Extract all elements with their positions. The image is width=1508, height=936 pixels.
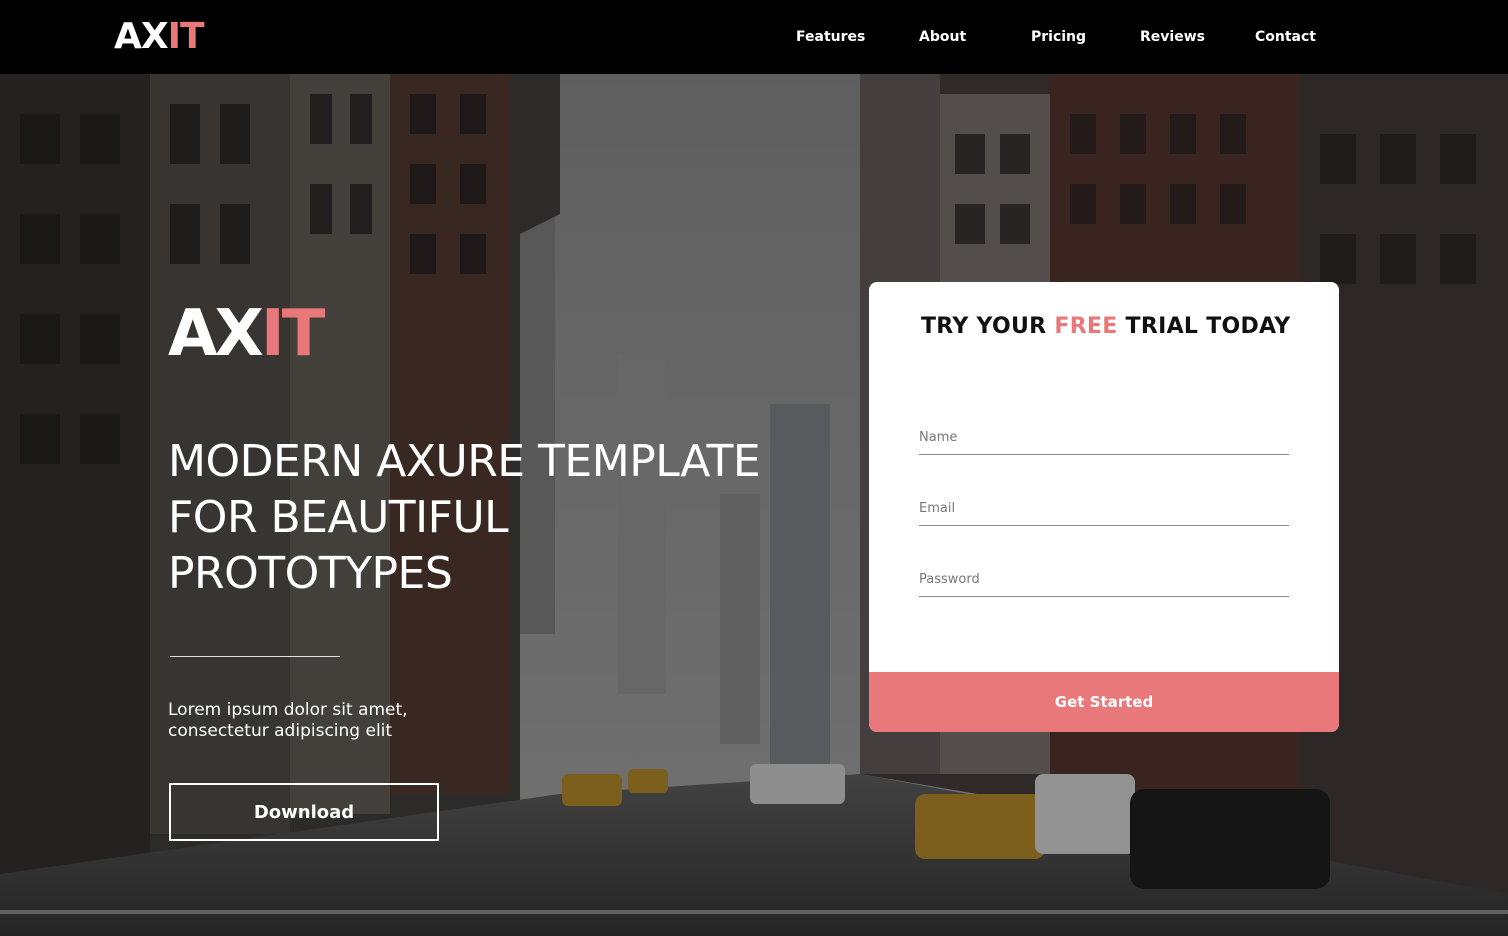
download-button[interactable]: Download (169, 783, 439, 841)
email-input[interactable] (919, 492, 1289, 525)
hero-logo: AXIT (168, 297, 325, 371)
nav-features[interactable]: Features (796, 26, 865, 48)
hero-divider (170, 656, 340, 657)
signup-title-accent: FREE (1054, 314, 1118, 339)
nav-contact[interactable]: Contact (1255, 26, 1316, 48)
signup-title: TRY YOUR FREE TRIAL TODAY (921, 314, 1291, 339)
signup-title-after: TRIAL TODAY (1117, 314, 1291, 339)
signup-card: TRY YOUR FREE TRIAL TODAY Get Started (869, 282, 1339, 732)
hero-logo-accent: IT (260, 297, 325, 371)
name-input[interactable] (919, 421, 1289, 454)
header-logo-accent: IT (167, 16, 205, 57)
top-navbar: AXIT Features About Pricing Reviews Cont… (0, 0, 1508, 74)
get-started-button[interactable]: Get Started (869, 672, 1339, 732)
nav-reviews[interactable]: Reviews (1140, 26, 1205, 48)
nav-about[interactable]: About (919, 26, 966, 48)
hero-subtext-line-1: Lorem ipsum dolor sit amet, (168, 700, 408, 720)
signup-title-before: TRY YOUR (921, 314, 1055, 339)
password-field (919, 563, 1289, 597)
hero-subtext: Lorem ipsum dolor sit amet, consectetur … (168, 700, 448, 742)
password-input[interactable] (919, 563, 1289, 596)
nav-pricing[interactable]: Pricing (1031, 26, 1086, 48)
header-logo[interactable]: AXIT (114, 16, 205, 58)
hero-subtext-line-2: consectetur adipiscing elit (168, 721, 393, 741)
name-field (919, 421, 1289, 455)
header-logo-main: AX (114, 16, 169, 57)
hero-logo-main: AX (168, 297, 264, 371)
email-field (919, 492, 1289, 526)
hero-headline-line-2: FOR BEAUTIFUL (168, 492, 509, 543)
hero-headline-line-3: PROTOTYPES (168, 548, 453, 599)
hero-headline: MODERN AXURE TEMPLATE FOR BEAUTIFUL PROT… (168, 434, 828, 602)
hero-headline-line-1: MODERN AXURE TEMPLATE (168, 436, 761, 487)
